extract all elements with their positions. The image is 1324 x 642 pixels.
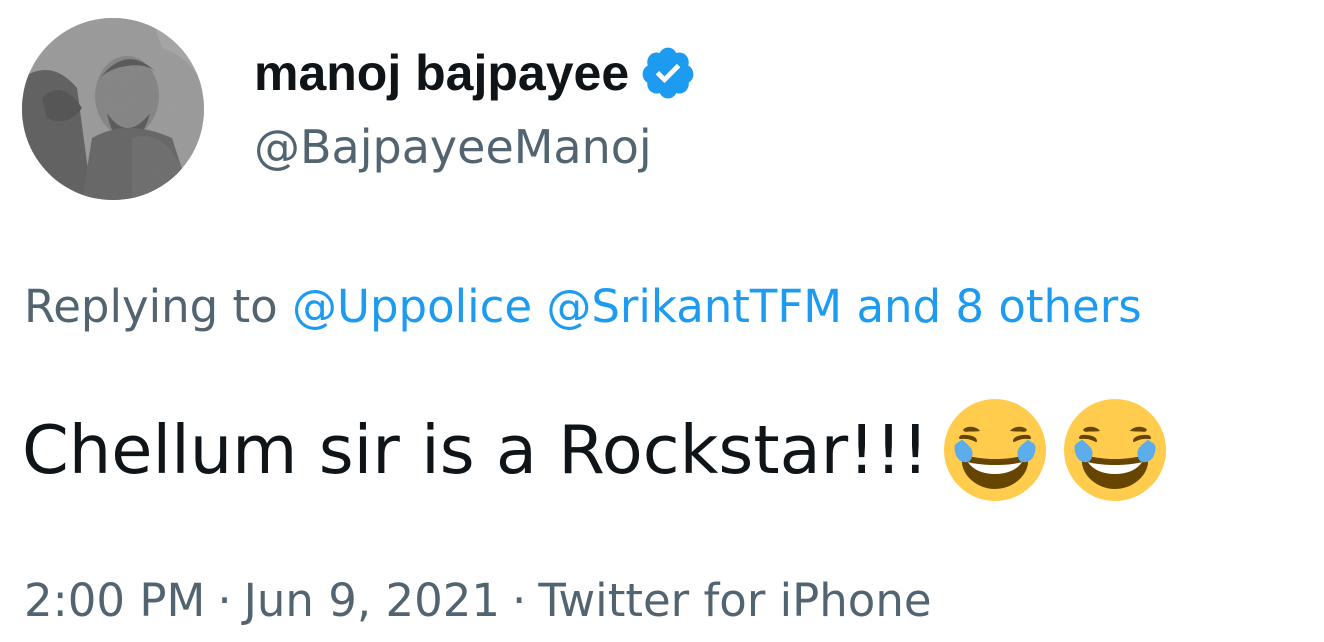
author-name-row[interactable]: manoj bajpayee: [254, 38, 697, 108]
tweet-body: Chellum sir is a Rockstar!!!: [22, 411, 929, 489]
tweet-date[interactable]: Jun 9, 2021: [244, 574, 500, 627]
avatar[interactable]: [22, 18, 204, 200]
avatar-photo: [22, 18, 204, 200]
verified-badge-icon: [639, 44, 697, 102]
face-with-tears-of-joy-icon: [1061, 396, 1169, 504]
tweet-time[interactable]: 2:00 PM: [24, 574, 205, 627]
meta-separator: ·: [512, 574, 527, 627]
user-handle[interactable]: @BajpayeeManoj: [254, 112, 652, 182]
replying-to-label: Replying to: [24, 280, 278, 333]
mention-uppolice[interactable]: @Uppolice: [292, 280, 532, 333]
tweet-source[interactable]: Twitter for iPhone: [538, 574, 931, 627]
mention-others-link[interactable]: and 8 others: [856, 280, 1141, 333]
tweet-text: Chellum sir is a Rockstar!!!: [22, 399, 1169, 501]
replying-to-line: Replying to @Uppolice @SrikantTFM and 8 …: [24, 272, 1142, 342]
meta-separator: ·: [217, 574, 232, 627]
display-name[interactable]: manoj bajpayee: [254, 38, 629, 108]
tweet-timestamp: 2:00 PM · Jun 9, 2021 · Twitter for iPhone: [24, 566, 932, 636]
face-with-tears-of-joy-icon: [941, 396, 1049, 504]
mention-srikanttfm[interactable]: @SrikantTFM: [546, 280, 842, 333]
